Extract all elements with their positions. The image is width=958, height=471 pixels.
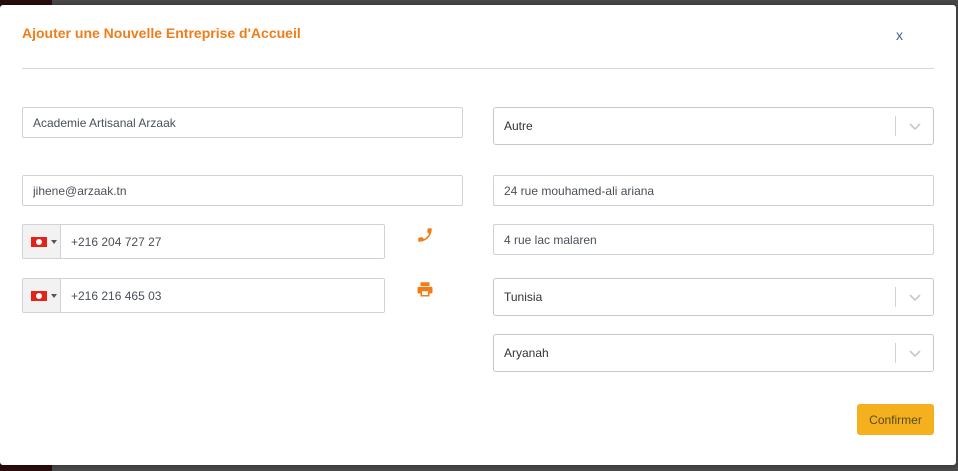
address-line2-field[interactable] — [493, 224, 934, 255]
chevron-down-icon — [909, 350, 921, 358]
address-line1-field[interactable] — [493, 175, 934, 206]
tunisia-flag-icon — [31, 236, 47, 247]
phone-icon — [418, 228, 432, 242]
chevron-down-icon — [909, 294, 921, 302]
address-line2-input[interactable] — [494, 225, 933, 254]
chevron-down-icon — [909, 123, 921, 131]
select-separator — [895, 287, 896, 307]
company-name-input[interactable] — [23, 108, 462, 137]
fax-country-selector[interactable] — [23, 279, 61, 312]
phone-input[interactable] — [61, 225, 384, 258]
header-divider — [22, 68, 934, 69]
category-select[interactable]: Autre — [493, 107, 934, 145]
select-separator — [895, 343, 896, 363]
country-select[interactable]: Tunisia — [493, 278, 934, 316]
company-name-field[interactable] — [22, 107, 463, 138]
printer-icon — [417, 282, 433, 297]
modal-title: Ajouter une Nouvelle Entreprise d'Accuei… — [22, 25, 301, 41]
phone-field[interactable] — [22, 224, 385, 259]
tunisia-flag-icon — [31, 290, 47, 301]
select-separator — [895, 116, 896, 136]
confirm-button[interactable]: Confirmer — [857, 404, 934, 435]
add-company-modal: Ajouter une Nouvelle Entreprise d'Accuei… — [0, 5, 956, 465]
email-input[interactable] — [23, 176, 462, 205]
category-value: Autre — [504, 119, 533, 133]
caret-down-icon — [51, 239, 57, 244]
phone-country-selector[interactable] — [23, 225, 61, 258]
city-select[interactable]: Aryanah — [493, 334, 934, 372]
address-line1-input[interactable] — [494, 176, 933, 205]
fax-input[interactable] — [61, 279, 384, 312]
caret-down-icon — [51, 293, 57, 298]
city-value: Aryanah — [504, 346, 549, 360]
close-button[interactable]: x — [896, 27, 903, 43]
country-value: Tunisia — [504, 290, 543, 304]
email-field[interactable] — [22, 175, 463, 206]
fax-field[interactable] — [22, 278, 385, 313]
